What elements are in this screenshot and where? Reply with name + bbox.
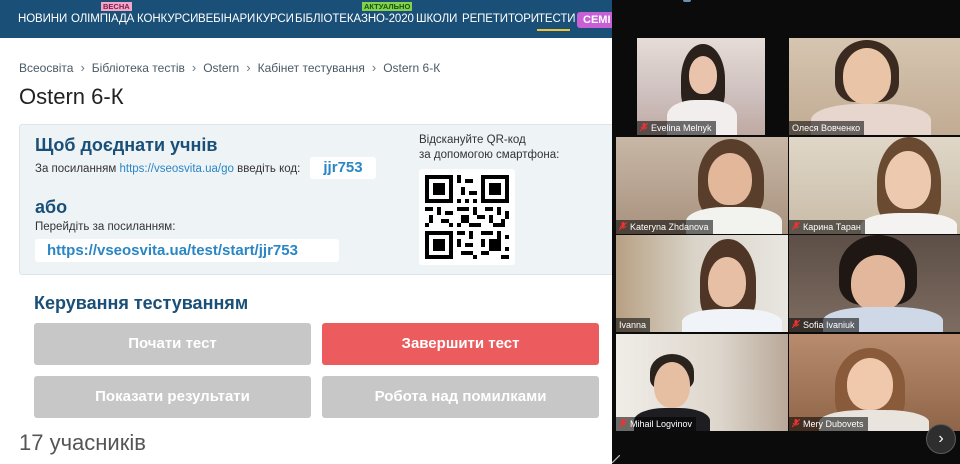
or-label: або (35, 197, 68, 217)
participant-name: Олеся Вовченко (792, 123, 861, 133)
participant-name: Карина Таран (803, 222, 861, 232)
participant-name: Mihail Logvinov (630, 419, 693, 429)
nav-item-tests[interactable]: ТЕСТИ (538, 13, 576, 25)
video-tile[interactable]: Sofia Ivaniuk (789, 235, 960, 332)
person-face (885, 151, 931, 209)
mic-muted-icon (640, 123, 648, 132)
chevron-right-icon: › (371, 60, 377, 75)
person-face (654, 362, 690, 408)
person-face (843, 48, 891, 104)
chevron-right-icon: › (938, 430, 944, 447)
join-code[interactable]: jjr753 (310, 157, 376, 179)
qr-code-card (419, 169, 515, 265)
badge-actual: АКТУАЛЬНО (362, 2, 413, 11)
join-title: Щоб доєднати учнів (35, 135, 218, 155)
participant-label: Sofia Ivaniuk (789, 318, 859, 332)
nav-item-news[interactable]: НОВИНИ (18, 13, 67, 25)
person-face (708, 257, 746, 307)
qr-text-line-2: за допомогою смартфона: (419, 149, 560, 161)
participant-name: Ivanna (619, 320, 647, 330)
breadcrumb-item-test-cabinet[interactable]: Кабінет тестування (258, 61, 365, 75)
full-test-link[interactable]: https://vseosvita.ua/test/start/jjr753 (35, 239, 339, 262)
participant-label: Kateryna Zhdanova (616, 220, 713, 234)
participant-name: Evelina Melnyk (651, 123, 712, 133)
participant-label: Mihail Logvinov (616, 417, 697, 431)
mic-muted-icon (792, 222, 800, 231)
manage-testing-title: Керування тестуванням (34, 293, 249, 313)
qr-code-icon (425, 175, 509, 259)
participant-name: Mery Dubovets (803, 419, 864, 429)
participant-label: Карина Таран (789, 220, 865, 234)
breadcrumb: Всеосвіта › Бібліотека тестів › Ostern › Кабін… (19, 60, 440, 75)
video-tile[interactable]: Evelina Melnyk (637, 38, 765, 135)
nav-item-library[interactable]: БІБЛІОТЕКА (295, 13, 361, 25)
badge-spring: ВЕСНА (101, 2, 132, 11)
nav-item-schools[interactable]: ШКОЛИ (416, 13, 457, 25)
person-face (708, 153, 752, 205)
participant-label: Ivanna (616, 318, 651, 332)
mic-muted-icon (792, 320, 800, 329)
nav-item-zno[interactable]: ЗНО-2020 (361, 13, 414, 25)
video-tile[interactable]: Kateryna Zhdanova (616, 137, 788, 234)
participant-label: Олеся Вовченко (789, 121, 865, 135)
next-page-button[interactable]: › (926, 424, 956, 454)
person-face (847, 358, 893, 410)
panel-top-indicator (683, 0, 691, 2)
breadcrumb-item-ostern[interactable]: Ostern (203, 61, 239, 75)
participant-name: Sofia Ivaniuk (803, 320, 855, 330)
join-prefix: За посиланням (35, 163, 117, 175)
active-nav-underline (537, 29, 570, 31)
chevron-right-icon: › (191, 60, 197, 75)
corner-arrow-icon (612, 455, 620, 463)
person-body (682, 309, 782, 332)
nav-item-olympiad[interactable]: ОЛІМПІАДА (71, 13, 134, 25)
top-navigation-bar: ВЕСНА АКТУАЛЬНО НОВИНИ ОЛІМПІАДА КОНКУРС… (0, 0, 612, 38)
nav-item-webinars[interactable]: ВЕБІНАРИ (198, 13, 255, 25)
video-tile[interactable]: Карина Таран (789, 137, 960, 234)
breadcrumb-item-current: Ostern 6-К (383, 61, 441, 75)
show-results-button[interactable]: Показати результати (34, 376, 311, 418)
join-short-link[interactable]: https://vseosvita.ua/go (119, 163, 233, 175)
video-tile[interactable]: Mihail Logvinov (616, 334, 788, 431)
start-test-button[interactable]: Почати тест (34, 323, 311, 365)
nav-item-tutors[interactable]: РЕПЕТИТОРИ (462, 13, 539, 25)
breadcrumb-item-test-library[interactable]: Бібліотека тестів (92, 61, 185, 75)
chevron-right-icon: › (80, 60, 85, 75)
qr-instructions: Відскануйте QR-код за допомогою смартфон… (419, 133, 579, 163)
person-face (851, 255, 905, 311)
nav-item-contests[interactable]: КОНКУРСИ (137, 13, 198, 25)
participant-label: Evelina Melnyk (637, 121, 716, 135)
participant-name: Kateryna Zhdanova (630, 222, 709, 232)
mic-muted-icon (619, 419, 627, 428)
person-body (861, 213, 957, 234)
participants-count: 17 учасників (19, 430, 146, 455)
work-on-mistakes-button[interactable]: Робота над помилками (322, 376, 599, 418)
qr-text-line-1: Відскануйте QR-код (419, 134, 526, 146)
video-tile[interactable]: Mery Dubovets (789, 334, 960, 431)
join-students-panel: Щоб доєднати учнів За посиланням https:/… (19, 124, 612, 275)
page-title: Ostern 6-К (19, 84, 124, 109)
participant-label: Mery Dubovets (789, 417, 868, 431)
chevron-right-icon: › (246, 60, 251, 75)
finish-test-button[interactable]: Завершити тест (322, 323, 599, 365)
video-conference-panel: Evelina Melnyk Олеся Вовченко Kateryna Z… (612, 0, 960, 464)
nav-item-courses[interactable]: КУРСИ (256, 13, 294, 25)
nav-item-seminars[interactable]: СЕМІ (577, 12, 612, 28)
video-tile-active-speaker[interactable]: Ivanna (616, 235, 788, 332)
mic-muted-icon (619, 222, 627, 231)
mic-muted-icon (792, 419, 800, 428)
join-suffix: введіть код: (237, 163, 301, 175)
go-label: Перейдіть за посиланням: (35, 221, 176, 233)
test-cabinet-page: ВЕСНА АКТУАЛЬНО НОВИНИ ОЛІМПІАДА КОНКУРС… (0, 0, 612, 464)
video-tile[interactable]: Олеся Вовченко (789, 38, 960, 135)
join-instructions: За посиланням https://vseosvita.ua/go вв… (35, 163, 300, 175)
person-face (689, 56, 717, 94)
breadcrumb-item-vseosvita[interactable]: Всеосвіта (19, 61, 73, 75)
